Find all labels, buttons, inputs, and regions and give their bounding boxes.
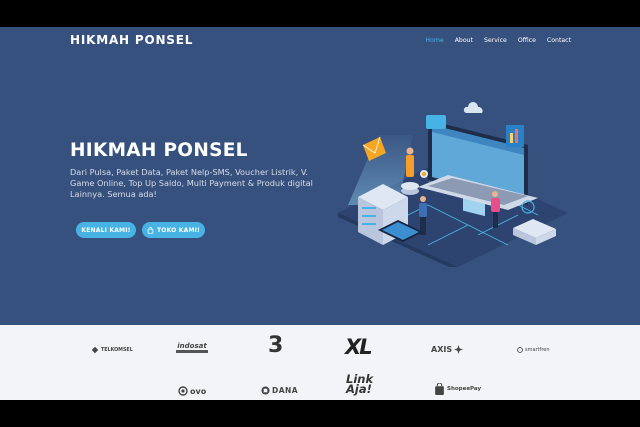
isometric-tech-illustration xyxy=(338,102,568,267)
shopeepay-label: ShopeePay xyxy=(447,386,482,392)
telkomsel-logo: TELKOMSEL xyxy=(91,346,133,354)
indosat-label: indosat xyxy=(177,342,207,350)
shopping-bag-icon xyxy=(147,226,154,234)
nav-home[interactable]: Home xyxy=(425,37,443,44)
dana-logo: DANA xyxy=(261,386,298,395)
axis-logo: AXIS xyxy=(431,345,464,354)
nav-office[interactable]: Office xyxy=(518,37,536,44)
kenali-kami-button[interactable]: KENALI KAMI! xyxy=(76,222,136,238)
three-logo: 3 xyxy=(268,333,283,358)
toko-kami-button[interactable]: TOKO KAMI! xyxy=(142,222,205,238)
toko-kami-label: TOKO KAMI! xyxy=(157,226,200,234)
brand-logo[interactable]: HIKMAH PONSEL xyxy=(70,33,193,47)
linkaja-logo: Link Aja! xyxy=(346,372,380,396)
telkomsel-label: TELKOMSEL xyxy=(101,347,133,353)
indosat-logo: indosat xyxy=(176,342,208,353)
xl-logo: XL xyxy=(345,335,373,359)
smartfren-label: smartfren xyxy=(525,347,550,353)
page-frame: HIKMAH PONSEL Home About Service Office … xyxy=(0,27,640,400)
axis-star-icon xyxy=(454,345,464,354)
hero-title: HIKMAH PONSEL xyxy=(70,140,248,161)
ovo-label: ovo xyxy=(190,386,207,396)
nav-contact[interactable]: Contact xyxy=(547,37,571,44)
three-label: 3 xyxy=(268,333,284,358)
indosat-stripe xyxy=(176,350,208,353)
axis-label: AXIS xyxy=(431,345,453,354)
kenali-kami-label: KENALI KAMI! xyxy=(81,226,131,234)
smartfren-logo: smartfren xyxy=(517,347,550,353)
dana-icon xyxy=(261,386,270,395)
dana-label: DANA xyxy=(272,386,299,395)
shopeepay-bag-icon xyxy=(435,383,444,395)
nav-menu: Home About Service Office Contact xyxy=(425,37,571,44)
clients-section: TELKOMSEL indosat 3 XL AXIS smartfren ov… xyxy=(0,325,640,400)
top-navbar: HIKMAH PONSEL Home About Service Office … xyxy=(0,27,640,55)
nav-about[interactable]: About xyxy=(455,37,473,44)
linkaja-label: Link Aja! xyxy=(346,372,374,396)
hero-description: Dari Pulsa, Paket Data, Paket Nelp-SMS, … xyxy=(70,167,313,200)
xl-label: XL xyxy=(345,335,373,359)
ovo-circle-icon xyxy=(178,386,188,396)
ovo-logo: ovo xyxy=(178,386,206,396)
nav-service[interactable]: Service xyxy=(484,37,507,44)
smartfren-icon xyxy=(517,347,523,353)
hero-section: HIKMAH PONSEL Home About Service Office … xyxy=(0,27,640,325)
shopeepay-logo: ShopeePay xyxy=(434,383,482,395)
